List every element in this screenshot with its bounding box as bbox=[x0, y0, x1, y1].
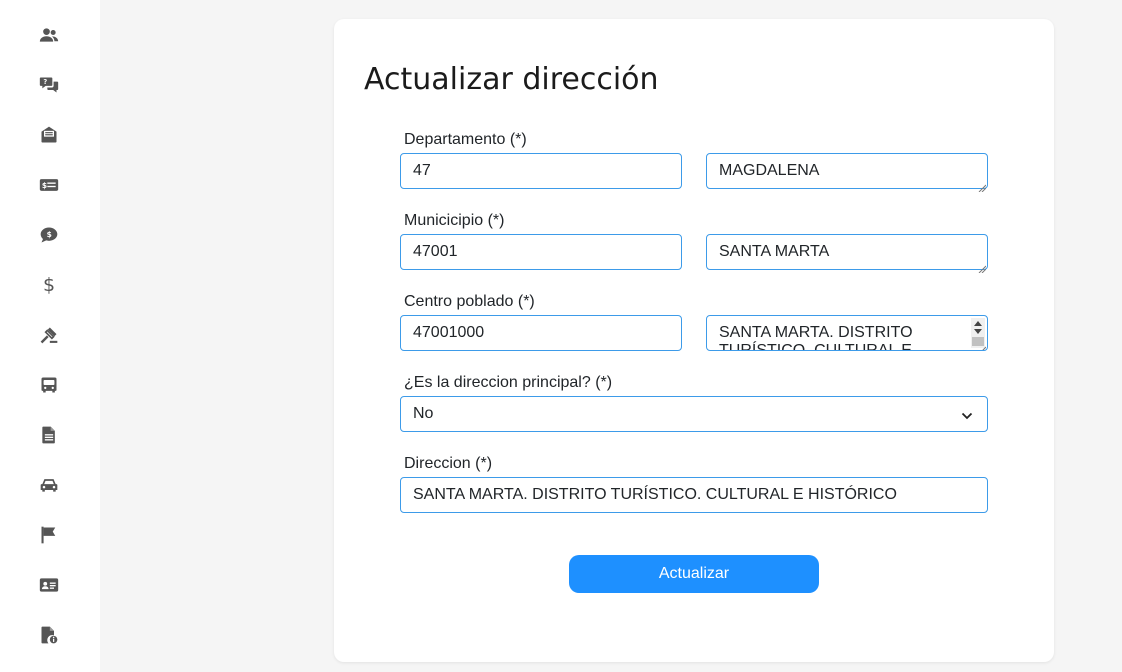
chevron-down-icon bbox=[961, 409, 973, 421]
direccion-value: SANTA MARTA. DISTRITO TURÍSTICO. CULTURA… bbox=[413, 486, 897, 503]
resize-grip-icon[interactable] bbox=[978, 341, 987, 350]
departamento-code-input[interactable]: 47 bbox=[400, 153, 682, 189]
scroll-up-icon[interactable] bbox=[974, 321, 982, 326]
direccion-input[interactable]: SANTA MARTA. DISTRITO TURÍSTICO. CULTURA… bbox=[400, 477, 988, 513]
gavel-icon[interactable] bbox=[38, 324, 60, 346]
bus-icon[interactable] bbox=[38, 374, 60, 396]
municipio-label: Municicipio (*) bbox=[404, 212, 505, 229]
principal-label: ¿Es la direccion principal? (*) bbox=[404, 374, 613, 391]
svg-text:$: $ bbox=[47, 230, 52, 239]
municipio-name-value: SANTA MARTA bbox=[719, 243, 830, 260]
envelope-open-icon[interactable] bbox=[38, 124, 60, 146]
update-address-card: Actualizar dirección Departamento (*) 47… bbox=[334, 19, 1054, 662]
centro-poblado-name-value: SANTA MARTA. DISTRITO TURÍSTICO. CULTURA… bbox=[719, 324, 913, 351]
file-info-icon[interactable] bbox=[38, 624, 60, 646]
id-card-icon[interactable] bbox=[38, 574, 60, 596]
centro-poblado-label: Centro poblado (*) bbox=[404, 293, 535, 310]
questions-chat-icon[interactable]: ? bbox=[38, 74, 60, 96]
flag-icon[interactable] bbox=[38, 524, 60, 546]
comment-dollar-icon[interactable]: $ bbox=[38, 224, 60, 246]
sidebar: ? $ $ $ bbox=[0, 0, 100, 672]
municipio-code-input[interactable]: 47001 bbox=[400, 234, 682, 270]
departamento-name-value: MAGDALENA bbox=[719, 162, 820, 179]
resize-grip-icon[interactable] bbox=[978, 179, 987, 193]
centro-poblado-code-input[interactable]: 47001000 bbox=[400, 315, 682, 351]
departamento-code-value: 47 bbox=[413, 162, 431, 179]
centro-poblado-code-value: 47001000 bbox=[413, 324, 485, 341]
svg-text:$: $ bbox=[42, 181, 47, 190]
departamento-name-textarea[interactable]: MAGDALENA bbox=[706, 153, 988, 193]
money-check-icon[interactable]: $ bbox=[38, 174, 60, 196]
dollar-icon[interactable]: $ bbox=[38, 274, 60, 296]
scroll-down-icon[interactable] bbox=[974, 329, 982, 334]
page-title: Actualizar dirección bbox=[364, 62, 659, 97]
principal-selected-value: No bbox=[413, 405, 434, 422]
direccion-label: Direccion (*) bbox=[404, 455, 493, 472]
dollar-glyph: $ bbox=[42, 273, 56, 296]
centro-poblado-name-textarea[interactable]: SANTA MARTA. DISTRITO TURÍSTICO. CULTURA… bbox=[706, 315, 988, 351]
departamento-label: Departamento (*) bbox=[404, 131, 527, 148]
municipio-name-textarea[interactable]: SANTA MARTA bbox=[706, 234, 988, 274]
svg-text:?: ? bbox=[43, 78, 47, 86]
car-icon[interactable] bbox=[38, 474, 60, 496]
municipio-code-value: 47001 bbox=[413, 243, 458, 260]
principal-select[interactable]: No bbox=[400, 396, 988, 432]
update-button[interactable]: Actualizar bbox=[569, 555, 819, 593]
users-icon[interactable] bbox=[38, 24, 60, 46]
file-lines-icon[interactable] bbox=[38, 424, 60, 446]
resize-grip-icon[interactable] bbox=[978, 260, 987, 274]
